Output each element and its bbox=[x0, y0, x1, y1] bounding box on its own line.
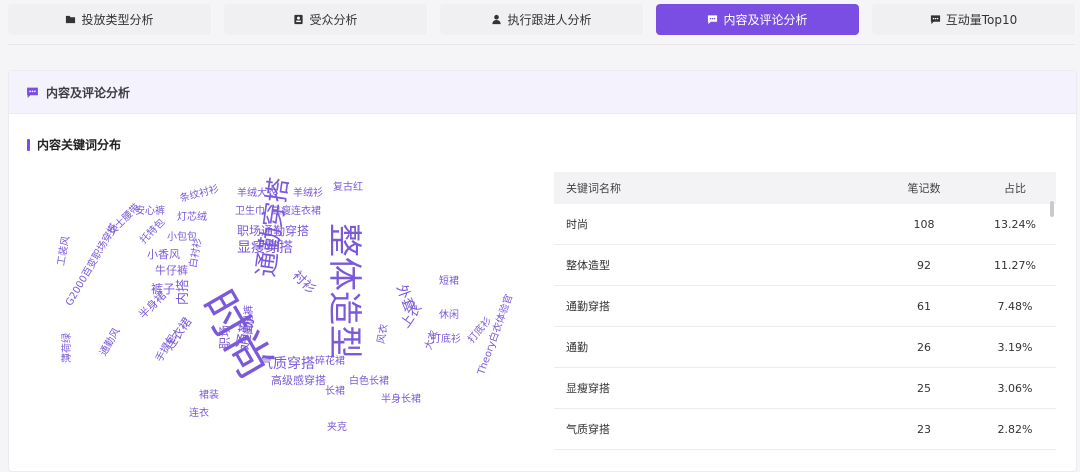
keyword-table: 关键词名称 笔记数 占比 时尚 108 13.24% 整体造型 92 11.27… bbox=[554, 172, 1056, 450]
ratio-cell: 3.06% bbox=[997, 381, 1033, 395]
header-keyword: 关键词名称 bbox=[566, 182, 621, 195]
word-cloud-word: 羊绒大衣 bbox=[237, 188, 277, 199]
word-cloud-word: 短裙 bbox=[439, 276, 459, 287]
word-cloud-word: 显瘦连衣裙 bbox=[271, 206, 321, 217]
word-cloud-word: 小香风 bbox=[147, 248, 180, 261]
folder-icon bbox=[66, 15, 76, 24]
user-icon bbox=[492, 14, 502, 25]
tab-label: 互动量Top10 bbox=[945, 13, 1018, 27]
word-cloud-word: 职场 bbox=[218, 324, 232, 349]
word-cloud-word: 高级感穿搭 bbox=[271, 374, 326, 387]
word-cloud-word: 内搭 bbox=[176, 278, 191, 305]
table-header: 关键词名称 笔记数 占比 bbox=[554, 172, 1056, 204]
word-cloud-word: 条纹衬衫 bbox=[178, 183, 221, 205]
panel-header: 内容及评论分析 bbox=[9, 71, 1076, 114]
ratio-cell: 2.82% bbox=[997, 422, 1033, 436]
tab-top10[interactable]: 互动量Top10 bbox=[872, 4, 1075, 35]
tab-follower[interactable]: 执行跟进人分析 bbox=[440, 4, 643, 35]
keyword-wordcloud: 时尚 整体造型 通勤穿搭 通勤 显瘦穿搭 气质穿搭 职场 外套 上衣 裤子 内搭… bbox=[29, 173, 549, 441]
section-title-text: 内容关键词分布 bbox=[37, 138, 122, 152]
word-cloud-word: 阔腿裤 bbox=[244, 305, 255, 335]
tab-label: 内容及评论分析 bbox=[723, 13, 808, 27]
word-cloud-word: 复古红 bbox=[333, 182, 363, 193]
word-cloud-word: 风衣 bbox=[376, 323, 391, 345]
count-cell: 25 bbox=[917, 381, 931, 395]
word-cloud-word: 羊绒衫 bbox=[293, 188, 323, 199]
keyword-cell: 通勤穿搭 bbox=[566, 300, 610, 313]
tab-content-comments[interactable]: 内容及评论分析 bbox=[656, 4, 859, 35]
ratio-cell: 13.24% bbox=[994, 217, 1036, 231]
word-cloud-word: 灯芯绒 bbox=[177, 212, 207, 223]
comment-icon bbox=[930, 15, 940, 25]
count-cell: 92 bbox=[917, 258, 931, 272]
tab-label: 受众分析 bbox=[309, 13, 358, 27]
ratio-cell: 11.27% bbox=[994, 258, 1036, 272]
table-row: 通勤 26 3.19% bbox=[554, 327, 1056, 368]
tab-label: 执行跟进人分析 bbox=[507, 13, 592, 27]
word-cloud-word: 长裙 bbox=[325, 386, 345, 397]
table-row: 通勤穿搭 61 7.48% bbox=[554, 286, 1056, 327]
table-row: 整体造型 92 11.27% bbox=[554, 245, 1056, 286]
word-cloud-word: 半身长裙 bbox=[381, 394, 421, 405]
word-cloud-word: 牛仔裤 bbox=[155, 264, 188, 277]
tab-label: 投放类型分析 bbox=[81, 13, 154, 27]
count-cell: 108 bbox=[913, 217, 935, 231]
keyword-cell: 整体造型 bbox=[566, 259, 610, 272]
table-row: 气质穿搭 23 2.82% bbox=[554, 409, 1056, 450]
divider bbox=[8, 44, 1075, 45]
word-cloud-word: 卫生巾 bbox=[235, 206, 265, 217]
word-cloud-word: 气质穿搭 bbox=[259, 356, 315, 372]
comment-icon bbox=[708, 15, 718, 25]
panel-title: 内容及评论分析 bbox=[46, 85, 131, 100]
keyword-cell: 气质穿搭 bbox=[566, 423, 610, 436]
word-cloud-word: 夹克 bbox=[327, 422, 347, 433]
word-cloud-word: 白色长裙 bbox=[349, 376, 389, 387]
ratio-cell: 3.19% bbox=[997, 340, 1033, 354]
word-cloud-word: 显瘦穿搭 bbox=[237, 240, 293, 256]
word-cloud-word: 衬衫 bbox=[289, 268, 319, 298]
count-cell: 61 bbox=[917, 299, 931, 313]
table-row: 显瘦穿搭 25 3.06% bbox=[554, 368, 1056, 409]
word-cloud-word: 托特包 bbox=[138, 217, 168, 247]
analysis-tabs: 投放类型分析 受众分析 执行跟进人分析 内容及评论分析 互动量Top10 bbox=[8, 4, 1078, 35]
word-cloud-word: 小包包 bbox=[167, 232, 197, 243]
content-panel: 内容及评论分析 内容关键词分布 时尚 整体造型 通勤穿搭 通勤 显瘦穿搭 气质穿… bbox=[8, 70, 1077, 472]
section-title: 内容关键词分布 bbox=[27, 136, 121, 153]
comment-icon bbox=[27, 87, 38, 98]
keyword-cell: 时尚 bbox=[566, 218, 588, 231]
word-cloud-word: 薄荷绿 bbox=[62, 333, 73, 363]
word-cloud-word: 裙装 bbox=[199, 390, 219, 401]
word-cloud-word: 整体造型 bbox=[324, 223, 364, 359]
header-ratio: 占比 bbox=[1004, 182, 1026, 195]
word-cloud-word: 半身裙 bbox=[136, 288, 169, 322]
tab-delivery-type[interactable]: 投放类型分析 bbox=[8, 4, 211, 35]
table-row: 时尚 108 13.24% bbox=[554, 204, 1056, 245]
table-scrollbar[interactable] bbox=[1050, 201, 1054, 217]
tab-audience[interactable]: 受众分析 bbox=[224, 4, 427, 35]
word-cloud-word: 连衣 bbox=[189, 408, 209, 419]
ratio-cell: 7.48% bbox=[997, 299, 1033, 313]
count-cell: 26 bbox=[917, 340, 931, 354]
keyword-cell: 显瘦穿搭 bbox=[566, 382, 610, 395]
count-cell: 23 bbox=[917, 422, 931, 436]
accent-bar bbox=[27, 138, 30, 151]
word-cloud-word: G2000百变职场穿搭 bbox=[64, 221, 121, 308]
word-cloud-word: 通勤风 bbox=[98, 326, 123, 358]
id-card-icon bbox=[294, 14, 304, 25]
keyword-cell: 通勤 bbox=[566, 341, 588, 354]
word-cloud-word: 工装风 bbox=[56, 235, 73, 267]
header-count: 笔记数 bbox=[907, 182, 941, 195]
word-cloud-word: 碎花裙 bbox=[315, 356, 345, 367]
word-cloud-word: 休闲 bbox=[439, 310, 459, 321]
word-cloud-word: 职场通勤穿搭 bbox=[237, 224, 310, 238]
